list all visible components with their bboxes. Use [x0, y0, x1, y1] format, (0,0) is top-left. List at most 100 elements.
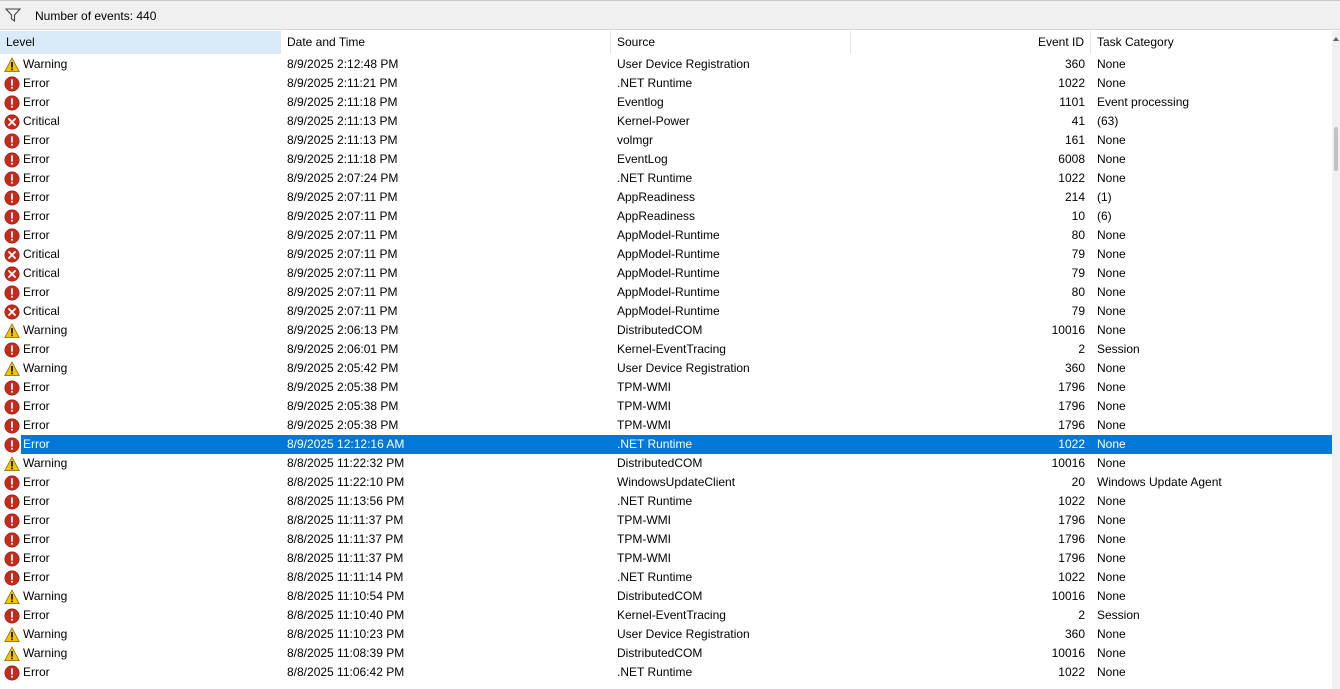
event-task-category: None — [1097, 399, 1126, 413]
error-circle-icon — [4, 228, 20, 244]
error-circle-icon — [4, 171, 20, 187]
event-row[interactable]: Error 8/8/2025 11:22:10 PM WindowsUpdateCl… — [0, 473, 1332, 492]
column-header-task-category[interactable]: Task Category — [1091, 31, 1332, 54]
event-date-time: 8/9/2025 2:07:24 PM — [287, 171, 399, 185]
event-row[interactable]: Error 8/9/2025 2:06:01 PM Kernel-EventTrac… — [0, 340, 1332, 359]
column-header-level[interactable]: Level — [0, 31, 281, 54]
event-date-time: 8/9/2025 2:07:11 PM — [287, 247, 398, 261]
event-row[interactable]: Critical 8/9/2025 2:07:11 PM AppModel-Runt… — [0, 264, 1332, 283]
event-row[interactable]: Warning 8/9/2025 2:06:13 PM DistributedCOM… — [0, 321, 1332, 340]
event-row[interactable]: Error 8/9/2025 2:07:11 PM AppModel-Runtime… — [0, 226, 1332, 245]
event-row[interactable]: Error 8/8/2025 11:06:42 PM .NET Runtime 102… — [0, 663, 1332, 682]
event-row[interactable]: Critical 8/9/2025 2:07:11 PM AppModel-Runt… — [0, 245, 1332, 264]
event-row[interactable]: Error 8/9/2025 2:07:11 PM AppModel-Runtime… — [0, 283, 1332, 302]
column-header-source[interactable]: Source — [611, 31, 851, 54]
event-source: volmgr — [617, 133, 654, 147]
event-row[interactable]: Error 8/8/2025 11:11:37 PM TPM-WMI 1796 None — [0, 511, 1332, 530]
event-task-category: (6) — [1097, 209, 1112, 223]
event-task-category: None — [1097, 627, 1126, 641]
event-row[interactable]: Error 8/9/2025 2:07:24 PM .NET Runtime 1022… — [0, 169, 1332, 188]
event-row[interactable]: Error 8/9/2025 2:11:18 PM Eventlog 1101 Even… — [0, 93, 1332, 112]
event-source: TPM-WMI — [617, 418, 671, 432]
event-row[interactable]: Error 8/9/2025 2:11:13 PM volmgr 161 None — [0, 131, 1332, 150]
event-row[interactable]: Error 8/8/2025 11:13:56 PM .NET Runtime 102… — [0, 492, 1332, 511]
event-id: 6008 — [1058, 152, 1085, 166]
event-row[interactable]: Error 8/9/2025 2:05:38 PM TPM-WMI 1796 None — [0, 416, 1332, 435]
event-source: AppReadiness — [617, 190, 696, 204]
event-task-category: None — [1097, 456, 1126, 470]
event-date-time: 8/9/2025 2:05:42 PM — [287, 361, 399, 375]
event-source: .NET Runtime — [617, 570, 693, 584]
event-row[interactable]: Error 8/9/2025 2:07:11 PM AppReadiness 10 (6… — [0, 207, 1332, 226]
event-level: Error — [23, 418, 50, 432]
event-level: Warning — [23, 57, 68, 71]
event-source: AppModel-Runtime — [617, 266, 720, 280]
event-row[interactable]: Critical 8/9/2025 2:07:11 PM AppModel-Runt… — [0, 302, 1332, 321]
event-id: 1022 — [1058, 665, 1085, 679]
event-date-time: 8/8/2025 11:08:39 PM — [287, 646, 405, 660]
scrollbar-thumb[interactable] — [1334, 127, 1338, 171]
event-row[interactable]: Error 8/9/2025 2:11:21 PM .NET Runtime 1022… — [0, 74, 1332, 93]
event-row[interactable]: Error 8/8/2025 11:11:14 PM .NET Runtime 102… — [0, 568, 1332, 587]
filter-funnel-icon[interactable] — [5, 8, 21, 22]
event-id: 10016 — [1051, 456, 1085, 470]
event-id: 1796 — [1058, 513, 1085, 527]
event-row[interactable]: Warning 8/9/2025 2:05:42 PM User Device Re… — [0, 359, 1332, 378]
error-circle-icon — [4, 285, 20, 301]
event-row[interactable]: Critical 8/9/2025 2:11:13 PM Kernel-Power 4… — [0, 112, 1332, 131]
event-source: .NET Runtime — [617, 665, 693, 679]
event-level: Critical — [23, 114, 60, 128]
event-id: 10016 — [1051, 589, 1085, 603]
event-date-time: 8/9/2025 2:11:13 PM — [287, 133, 398, 147]
event-source: Kernel-EventTracing — [617, 608, 726, 622]
event-source: TPM-WMI — [617, 532, 671, 546]
event-row[interactable]: Error 8/8/2025 11:10:40 PM Kernel-EventTra… — [0, 606, 1332, 625]
critical-x-icon — [4, 304, 20, 320]
event-task-category: None — [1097, 380, 1126, 394]
event-date-time: 8/9/2025 2:07:11 PM — [287, 285, 398, 299]
warning-triangle-icon — [4, 456, 20, 472]
event-row[interactable]: Error 8/9/2025 2:07:11 PM AppReadiness 214 (… — [0, 188, 1332, 207]
event-source: .NET Runtime — [617, 437, 693, 451]
column-header-date[interactable]: Date and Time — [281, 31, 611, 54]
event-count-label: Number of events: 440 — [35, 9, 157, 23]
event-row[interactable]: Error 8/9/2025 2:11:18 PM EventLog 6008 None — [0, 150, 1332, 169]
event-row[interactable]: Error 8/8/2025 11:11:37 PM TPM-WMI 1796 None — [0, 530, 1332, 549]
event-date-time: 8/9/2025 2:11:21 PM — [287, 76, 398, 90]
event-row[interactable]: Error 8/9/2025 2:05:38 PM TPM-WMI 1796 None — [0, 378, 1332, 397]
event-row[interactable]: Warning 8/9/2025 2:12:48 PM User Device Re… — [0, 55, 1332, 74]
error-circle-icon — [4, 475, 20, 491]
event-source: TPM-WMI — [617, 551, 671, 565]
scroll-up-arrow-icon[interactable] — [1332, 35, 1340, 43]
event-source: .NET Runtime — [617, 494, 693, 508]
event-row[interactable]: Error 8/8/2025 11:11:37 PM TPM-WMI 1796 None — [0, 549, 1332, 568]
event-source: TPM-WMI — [617, 513, 671, 527]
event-date-time: 8/8/2025 11:10:54 PM — [287, 589, 405, 603]
event-id: 1101 — [1059, 95, 1085, 109]
event-date-time: 8/8/2025 11:11:14 PM — [287, 570, 404, 584]
event-level: Error — [23, 551, 50, 565]
event-id: 1796 — [1058, 418, 1085, 432]
column-header-event-id[interactable]: Event ID — [851, 31, 1091, 54]
event-id: 360 — [1064, 57, 1085, 71]
event-id: 1796 — [1058, 532, 1085, 546]
event-level: Error — [23, 380, 50, 394]
event-row[interactable]: Error 8/9/2025 12:12:16 AM .NET Runtime 102… — [0, 435, 1332, 454]
event-row[interactable]: Warning 8/8/2025 11:10:54 PM DistributedCO… — [0, 587, 1332, 606]
error-circle-icon — [4, 95, 20, 111]
vertical-scrollbar[interactable] — [1332, 31, 1340, 689]
event-id: 1796 — [1058, 399, 1085, 413]
event-level: Error — [23, 475, 50, 489]
event-task-category: None — [1097, 285, 1126, 299]
event-level: Error — [23, 437, 50, 451]
event-row[interactable]: Warning 8/8/2025 11:08:39 PM DistributedCO… — [0, 644, 1332, 663]
event-row[interactable]: Warning 8/8/2025 11:10:23 PM User Device R… — [0, 625, 1332, 644]
event-source: Eventlog — [617, 95, 664, 109]
event-date-time: 8/8/2025 11:22:10 PM — [287, 475, 405, 489]
error-circle-icon — [4, 513, 20, 529]
event-task-category: None — [1097, 304, 1126, 318]
event-row[interactable]: Warning 8/8/2025 11:22:32 PM DistributedCO… — [0, 454, 1332, 473]
event-level: Error — [23, 665, 50, 679]
critical-x-icon — [4, 266, 20, 282]
event-row[interactable]: Error 8/9/2025 2:05:38 PM TPM-WMI 1796 None — [0, 397, 1332, 416]
